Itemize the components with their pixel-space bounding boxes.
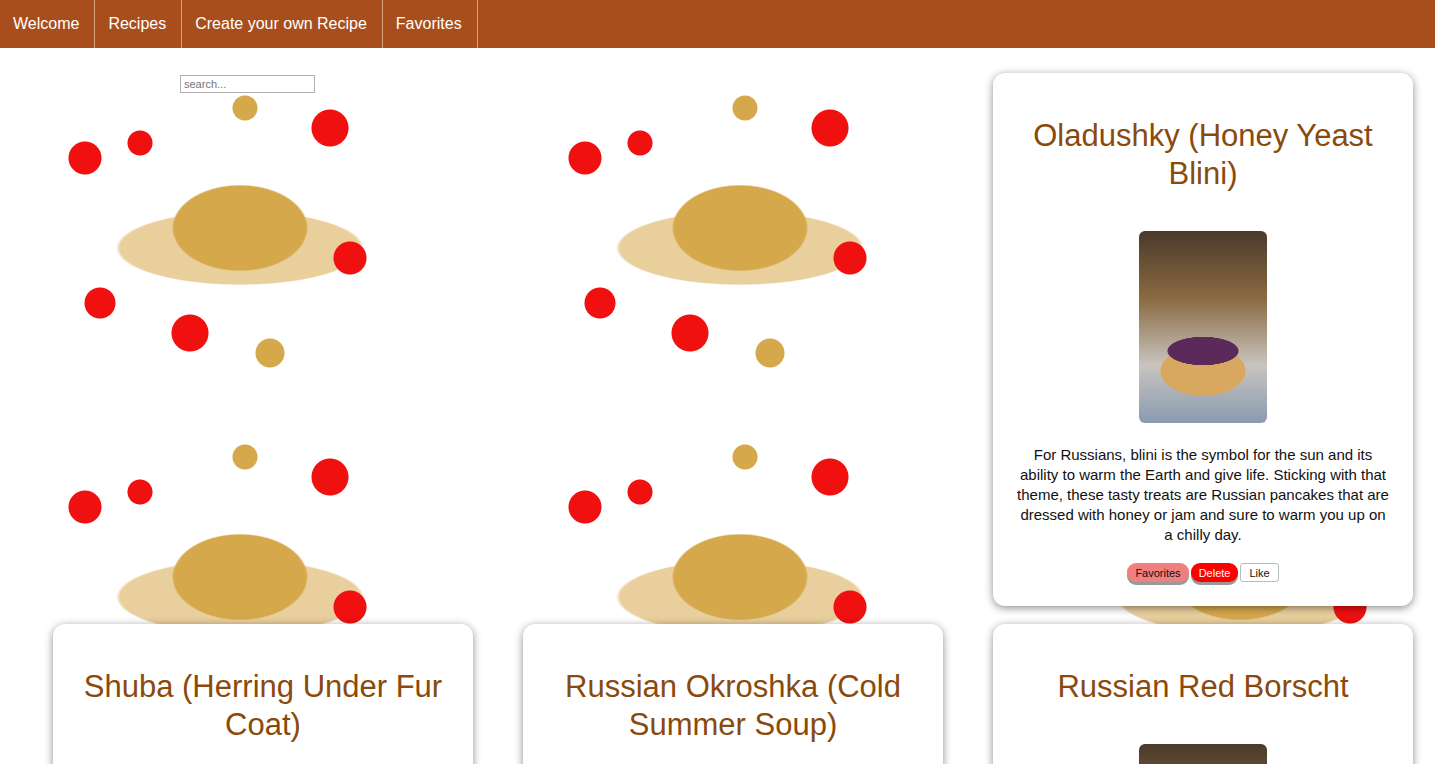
button-row: FavoritesDeleteLike: [1127, 563, 1278, 582]
nav-item[interactable]: Welcome: [0, 0, 95, 48]
recipe-card: Shuba (Herring Under Fur Coat): [53, 624, 473, 764]
recipe-card: Russian Okroshka (Cold Summer Soup): [523, 624, 943, 764]
delete-button[interactable]: Delete: [1191, 563, 1239, 582]
recipe-title: Shuba (Herring Under Fur Coat): [77, 668, 449, 744]
recipe-title: Russian Okroshka (Cold Summer Soup): [547, 668, 919, 744]
nav-item[interactable]: Favorites: [383, 0, 478, 48]
recipe-photo: [1139, 231, 1267, 423]
recipe-description: For Russians, blini is the symbol for th…: [1017, 445, 1389, 545]
search-input[interactable]: [180, 75, 315, 93]
nav-item[interactable]: Create your own Recipe: [182, 0, 383, 48]
page: WelcomeRecipesCreate your own RecipeFavo…: [0, 0, 1435, 764]
nav-item[interactable]: Recipes: [95, 0, 182, 48]
like-button[interactable]: Like: [1240, 563, 1278, 582]
recipe-photo: [1139, 744, 1267, 764]
recipe-card: Russian Red Borscht: [993, 624, 1413, 764]
favorite-button[interactable]: Favorites: [1127, 563, 1188, 582]
recipe-card: Oladushky (Honey Yeast Blini) For Russian…: [993, 73, 1413, 606]
recipe-title: Russian Red Borscht: [1057, 668, 1348, 706]
recipe-grid: Oladushky (Honey Yeast Blini) For Russian…: [0, 48, 1435, 764]
nav-bar: WelcomeRecipesCreate your own RecipeFavo…: [0, 0, 1435, 48]
recipe-title: Oladushky (Honey Yeast Blini): [1017, 117, 1389, 193]
